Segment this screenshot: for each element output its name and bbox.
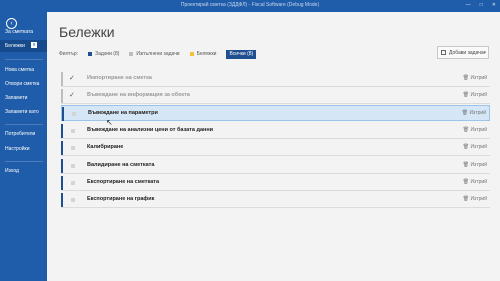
filter-bar: Филтър: Задачи (8) Изпълнени задачи Беле…: [59, 49, 266, 59]
delete-label: Изтрий: [470, 127, 487, 133]
delete-task-button[interactable]: 🗑 Изтрий: [463, 179, 487, 185]
window-controls: — □ ✕: [466, 2, 496, 8]
sidebar-item-label: Настройки: [5, 146, 30, 152]
sidebar-divider: [5, 59, 43, 60]
task-row[interactable]: ✓ Импортиране на сметка 🗑 Изтрий: [61, 71, 490, 87]
sidebar-item-label: Потребители: [5, 131, 36, 137]
checkbox-icon[interactable]: [71, 198, 75, 202]
filter-chip-label: Изпълнени задачи: [136, 51, 180, 57]
task-name: Валидиране на сметката: [87, 162, 155, 168]
sidebar-item-open[interactable]: Отвори сметка: [0, 78, 47, 90]
task-status-bar: [61, 176, 63, 190]
add-task-button[interactable]: Добави задача ▾: [437, 46, 489, 59]
tasks-swatch-icon: [88, 52, 93, 56]
sidebar-item-about[interactable]: За сметката: [0, 26, 47, 38]
sidebar-item-new[interactable]: Нова сметка: [0, 64, 47, 76]
delete-label: Изтрий: [470, 179, 487, 185]
delete-task-button[interactable]: 🗑 Изтрий: [463, 92, 487, 98]
task-row[interactable]: Въвеждане на параметри 🗑 Изтрий: [61, 105, 490, 121]
task-status-bar: [61, 141, 63, 155]
filter-chip-label: Бележки: [196, 51, 217, 57]
sidebar: ‹ За сметката Бележки 8 Нова сметка Отвор…: [0, 12, 47, 281]
sidebar-item-label: За сметката: [5, 29, 34, 35]
delete-task-button[interactable]: 🗑 Изтрий: [463, 196, 487, 202]
page-title: Бележки: [59, 24, 115, 40]
checkbox-icon[interactable]: [71, 129, 75, 133]
task-status-bar: [61, 193, 63, 207]
window-title: Проектирай сметка (ЗДДФЛ) - Fiscal Softw…: [180, 2, 320, 8]
task-status-bar: [61, 72, 63, 86]
delete-task-button[interactable]: 🗑 Изтрий: [462, 110, 486, 116]
close-button[interactable]: ✕: [492, 2, 496, 8]
task-name: Експортиране на график: [87, 196, 155, 202]
checkbox-icon[interactable]: [72, 112, 76, 116]
task-name: Калибриране: [87, 144, 124, 150]
sidebar-item-exit[interactable]: Изход: [0, 165, 47, 177]
notes-count-badge: 8: [30, 42, 38, 48]
delete-label: Изтрий: [470, 162, 487, 168]
filter-chip-label: Задачи (8): [95, 51, 120, 57]
sidebar-item-label: Запамети: [5, 95, 28, 101]
sidebar-item-settings[interactable]: Настройки: [0, 143, 47, 155]
delete-task-button[interactable]: 🗑 Изтрий: [463, 162, 487, 168]
filter-chip-label: Всички (8): [229, 51, 254, 57]
delete-label: Изтрий: [470, 92, 487, 98]
delete-label: Изтрий: [470, 196, 487, 202]
sidebar-item-label: Бележки: [5, 43, 25, 49]
delete-label: Изтрий: [470, 75, 487, 81]
check-icon[interactable]: ✓: [69, 74, 75, 82]
notes-swatch-icon: [189, 52, 194, 56]
sidebar-divider: [5, 161, 43, 162]
delete-task-button[interactable]: 🗑 Изтрий: [463, 127, 487, 133]
checkbox-icon[interactable]: [71, 181, 75, 185]
task-name: Въвеждане на анализни цени от базата дан…: [87, 127, 214, 133]
checkbox-icon[interactable]: [71, 164, 75, 168]
task-row[interactable]: Въвеждане на анализни цени от базата дан…: [61, 123, 490, 139]
delete-task-button[interactable]: 🗑 Изтрий: [463, 144, 487, 150]
chevron-down-icon[interactable]: ▾: [483, 50, 486, 56]
sidebar-item-label: Нова сметка: [5, 67, 35, 73]
sidebar-item-save[interactable]: Запамети: [0, 92, 47, 104]
maximize-button[interactable]: □: [480, 2, 483, 8]
task-row[interactable]: Експортиране на график 🗑 Изтрий: [61, 192, 490, 208]
task-name: Въвеждане на информация за обекта: [87, 92, 190, 98]
task-status-bar: [62, 107, 64, 121]
sidebar-item-label: Запамети като: [5, 109, 39, 115]
task-status-bar: [61, 159, 63, 173]
filter-notes[interactable]: Бележки: [189, 51, 217, 57]
task-name: Въвеждане на параметри: [88, 110, 158, 116]
task-name: Експортиране на сметката: [87, 179, 160, 185]
task-status-bar: [61, 124, 63, 138]
task-row[interactable]: Валидиране на сметката 🗑 Изтрий: [61, 158, 490, 174]
task-row[interactable]: Експортиране на сметката 🗑 Изтрий: [61, 175, 490, 191]
task-name: Импортиране на сметка: [87, 75, 152, 81]
sidebar-item-save-as[interactable]: Запамети като: [0, 106, 47, 118]
completed-swatch-icon: [129, 52, 134, 56]
check-icon[interactable]: ✓: [69, 91, 75, 99]
task-row[interactable]: Калибриране 🗑 Изтрий: [61, 140, 490, 156]
sidebar-item-label: Отвори сметка: [5, 81, 40, 87]
filter-completed[interactable]: Изпълнени задачи: [129, 51, 180, 57]
sidebar-item-notes[interactable]: Бележки 8: [0, 40, 47, 52]
filter-tasks[interactable]: Задачи (8): [88, 51, 119, 57]
sidebar-item-users[interactable]: Потребители: [0, 128, 47, 140]
task-row[interactable]: ✓ Въвеждане на информация за обекта 🗑 Из…: [61, 88, 490, 104]
filter-label: Филтър:: [59, 51, 79, 57]
title-bar: Проектирай сметка (ЗДДФЛ) - Fiscal Softw…: [0, 0, 500, 12]
delete-label: Изтрий: [469, 110, 486, 116]
minimize-button[interactable]: —: [466, 2, 471, 8]
add-task-label: Добави задача: [449, 49, 484, 56]
add-task-icon: [441, 50, 446, 55]
sidebar-item-label: Изход: [5, 168, 19, 174]
mouse-cursor-icon: ↖: [106, 118, 113, 127]
delete-task-button[interactable]: 🗑 Изтрий: [463, 75, 487, 81]
filter-all[interactable]: Всички (8): [226, 49, 257, 59]
delete-label: Изтрий: [470, 144, 487, 150]
task-status-bar: [61, 89, 63, 103]
sidebar-divider: [5, 124, 43, 125]
checkbox-icon[interactable]: [71, 146, 75, 150]
